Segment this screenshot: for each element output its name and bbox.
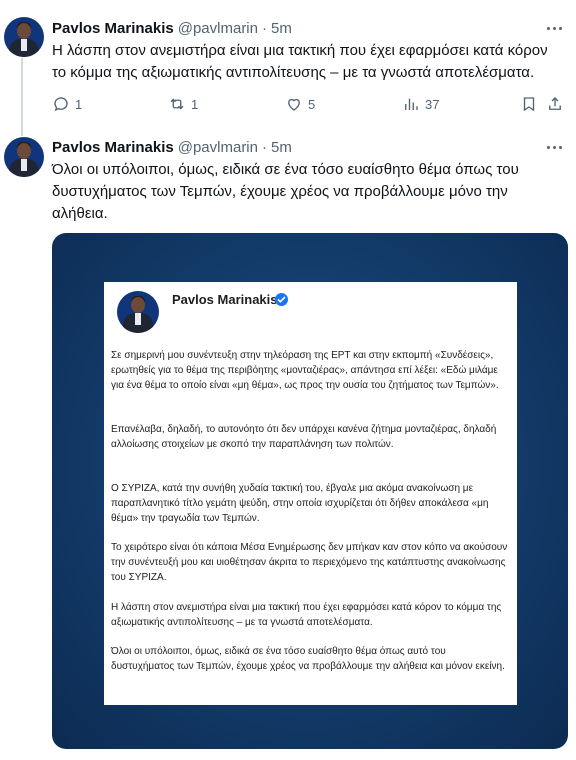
views-button[interactable]: 37 <box>402 94 439 114</box>
author-avatar[interactable] <box>4 137 44 177</box>
share-button[interactable] <box>546 94 564 114</box>
repost-count: 1 <box>191 96 199 112</box>
more-icon[interactable] <box>544 137 564 157</box>
tweet-media-image[interactable]: Pavlos Marinakis Σε σημερινή μου συνέντε… <box>52 233 568 749</box>
author-handle[interactable]: @pavlmarin <box>178 20 258 37</box>
card-paragraph: Επανέλαβα, δηλαδή, το αυτονόητο ότι δεν … <box>111 424 497 450</box>
tweet-time[interactable]: 5m <box>271 20 292 37</box>
thread-connector <box>21 58 23 136</box>
repost-button[interactable]: 1 <box>168 94 198 114</box>
author-handle[interactable]: @pavlmarin <box>178 139 258 156</box>
reply-button[interactable]: 1 <box>52 94 82 114</box>
tweet-header: Pavlos Marinakis @pavlmarin · 5m <box>52 137 292 157</box>
card-paragraph: Σε σημερινή μου συνέντευξη στην τηλεόρασ… <box>111 350 499 391</box>
bookmark-icon <box>523 97 535 112</box>
author-avatar[interactable] <box>4 17 44 57</box>
card-paragraph: Ο ΣΥΡΙΖΑ, κατά την συνήθη χυδαία τακτική… <box>111 483 489 524</box>
separator-dot: · <box>262 138 267 156</box>
tweet-header: Pavlos Marinakis @pavlmarin · 5m <box>52 18 292 38</box>
author-name[interactable]: Pavlos Marinakis <box>52 139 174 156</box>
bookmark-button[interactable] <box>520 94 538 114</box>
card-paragraph: Το χειρότερο είναι ότι κάποια Μέσα Ενημέ… <box>111 542 508 583</box>
repost-icon <box>170 98 184 110</box>
card-paragraph: Η λάσπη στον ανεμιστήρα είναι μια τακτικ… <box>111 602 502 628</box>
author-name[interactable]: Pavlos Marinakis <box>52 20 174 37</box>
verified-badge-icon <box>275 293 288 306</box>
card-paragraph: Όλοι οι υπόλοιποι, όμως, ειδικά σε ένα τ… <box>111 646 505 672</box>
card-author-name: Pavlos Marinakis <box>172 292 278 307</box>
share-icon <box>549 97 561 110</box>
views-icon <box>405 98 418 110</box>
view-count: 37 <box>425 96 440 112</box>
tweet-time[interactable]: 5m <box>271 139 292 156</box>
reply-count: 1 <box>75 96 83 112</box>
tweet-text: Όλοι οι υπόλοιποι, όμως, ειδικά σε ένα τ… <box>52 161 519 222</box>
separator-dot: · <box>262 19 267 37</box>
card-avatar <box>117 291 159 333</box>
more-icon[interactable] <box>544 18 564 38</box>
like-button[interactable]: 5 <box>285 94 315 114</box>
tweet-actions: 1 1 5 37 <box>52 94 562 114</box>
heart-icon <box>288 98 300 111</box>
like-count: 5 <box>308 96 316 112</box>
statement-card: Pavlos Marinakis Σε σημερινή μου συνέντε… <box>104 282 517 705</box>
reply-icon <box>54 97 68 112</box>
tweet-text: Η λάσπη στον ανεμιστήρα είναι μια τακτικ… <box>52 42 548 81</box>
